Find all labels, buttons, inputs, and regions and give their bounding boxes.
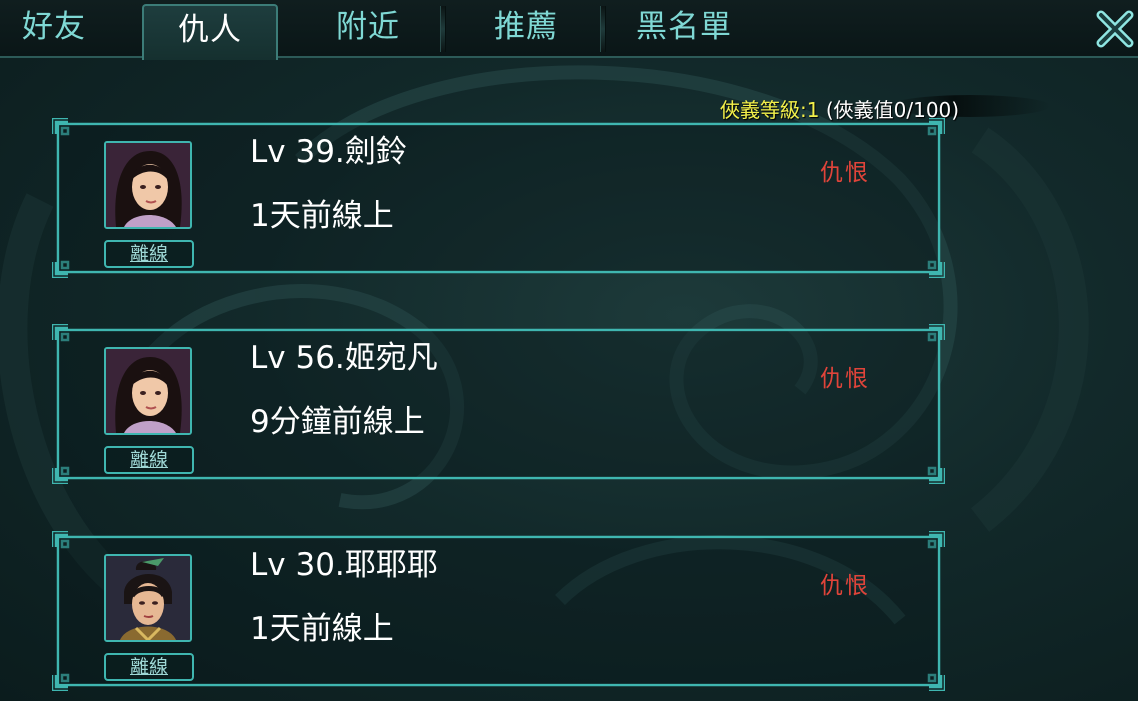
relation-label: 仇恨: [820, 160, 870, 186]
player-name: Lv 39.劍鈴: [250, 134, 407, 170]
relation-label: 仇恨: [820, 573, 870, 599]
enemy-card[interactable]: 離線 Lv 30.耶耶耶 1天前線上 仇恨: [52, 531, 945, 691]
last-online: 1天前線上: [250, 611, 394, 647]
tab-recommended[interactable]: 推薦: [456, 0, 596, 56]
tab-friends[interactable]: 好友: [0, 0, 108, 56]
game-panel: 好友 仇人 附近 推薦 黑名單 俠義等級:1 (俠義值0/100) 離線 Lv …: [0, 0, 1138, 701]
status-badge: 離線: [104, 653, 194, 681]
player-name: Lv 56.姬宛凡: [250, 340, 438, 376]
enemy-card[interactable]: 離線 Lv 39.劍鈴 1天前線上 仇恨: [52, 118, 945, 278]
tab-enemies[interactable]: 仇人: [142, 4, 278, 60]
tab-blacklist[interactable]: 黑名單: [614, 0, 754, 56]
female-avatar-icon: [106, 143, 190, 227]
male-avatar-icon: [106, 556, 190, 640]
avatar[interactable]: [104, 554, 192, 642]
status-badge: 離線: [104, 446, 194, 474]
status-badge: 離線: [104, 240, 194, 268]
tab-divider: [600, 6, 606, 52]
tab-divider: [440, 6, 446, 52]
relation-label: 仇恨: [820, 366, 870, 392]
tab-nearby[interactable]: 附近: [300, 0, 436, 56]
close-icon: [1096, 10, 1134, 48]
close-button[interactable]: [1094, 8, 1136, 50]
enemy-card[interactable]: 離線 Lv 56.姬宛凡 9分鐘前線上 仇恨: [52, 324, 945, 484]
last-online: 1天前線上: [250, 198, 394, 234]
tab-bar: 好友 仇人 附近 推薦 黑名單: [0, 0, 1138, 60]
last-online: 9分鐘前線上: [250, 404, 425, 440]
female-avatar-icon: [106, 349, 190, 433]
avatar[interactable]: [104, 141, 192, 229]
avatar[interactable]: [104, 347, 192, 435]
player-name: Lv 30.耶耶耶: [250, 547, 438, 583]
